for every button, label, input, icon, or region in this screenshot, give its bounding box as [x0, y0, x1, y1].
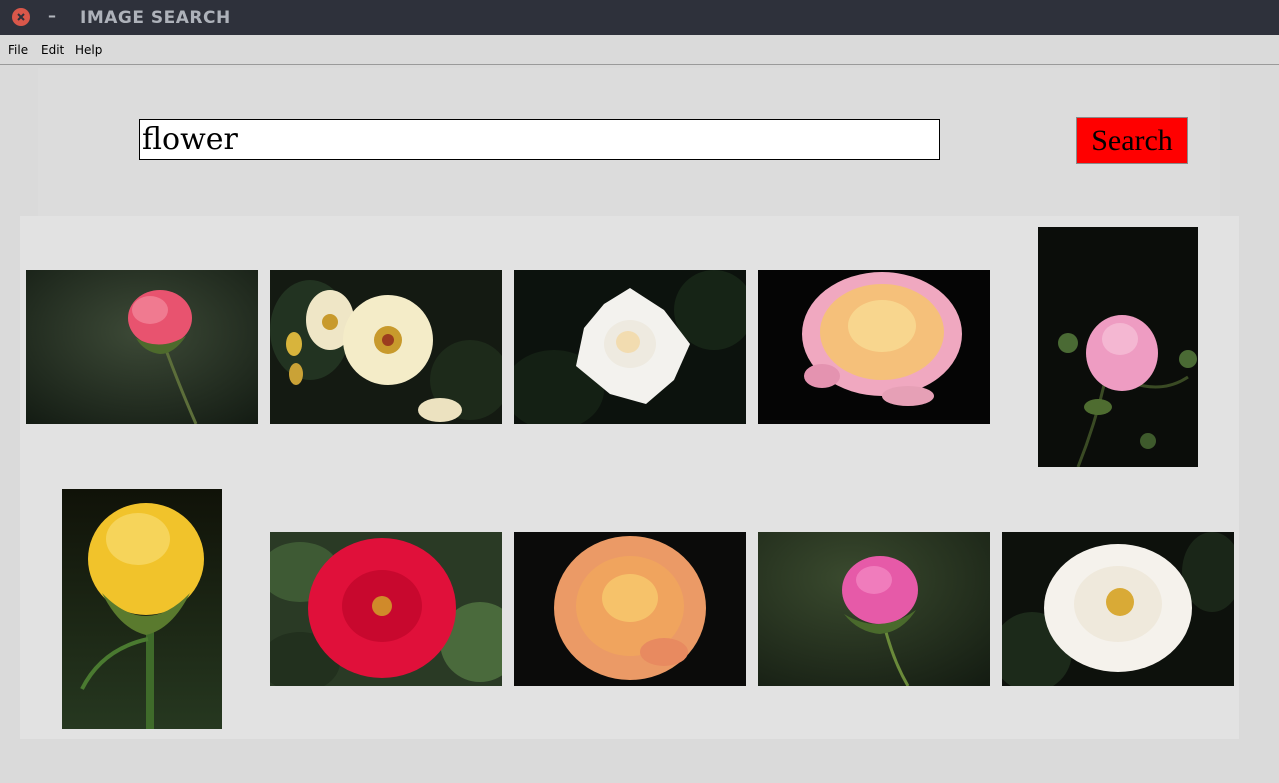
close-window-button[interactable] — [12, 8, 30, 26]
close-icon — [17, 13, 25, 21]
result-image-pink-rose-buds[interactable] — [1038, 227, 1198, 467]
result-image-peach-pink-rose[interactable] — [758, 270, 990, 424]
result-image-red-rose[interactable] — [270, 532, 502, 686]
title-bar: – IMAGE SEARCH — [0, 0, 1279, 35]
menu-file[interactable]: File — [8, 43, 28, 57]
result-image-magenta-rose-bud[interactable] — [758, 532, 990, 686]
result-image-orange-rose[interactable] — [514, 532, 746, 686]
window-title: IMAGE SEARCH — [80, 8, 231, 28]
search-button[interactable]: Search — [1076, 117, 1188, 164]
result-image-pink-rose-bud[interactable] — [26, 270, 258, 424]
result-image-white-rose[interactable] — [514, 270, 746, 424]
search-input[interactable] — [139, 119, 940, 160]
menu-edit[interactable]: Edit — [41, 43, 64, 57]
result-image-yellow-rose[interactable] — [62, 489, 222, 729]
result-image-white-full-rose[interactable] — [1002, 532, 1234, 686]
result-image-cream-wild-roses[interactable] — [270, 270, 502, 424]
minimize-window-button[interactable]: – — [44, 7, 60, 25]
menu-help[interactable]: Help — [75, 43, 102, 57]
menu-bar: File Edit Help — [0, 35, 1279, 65]
